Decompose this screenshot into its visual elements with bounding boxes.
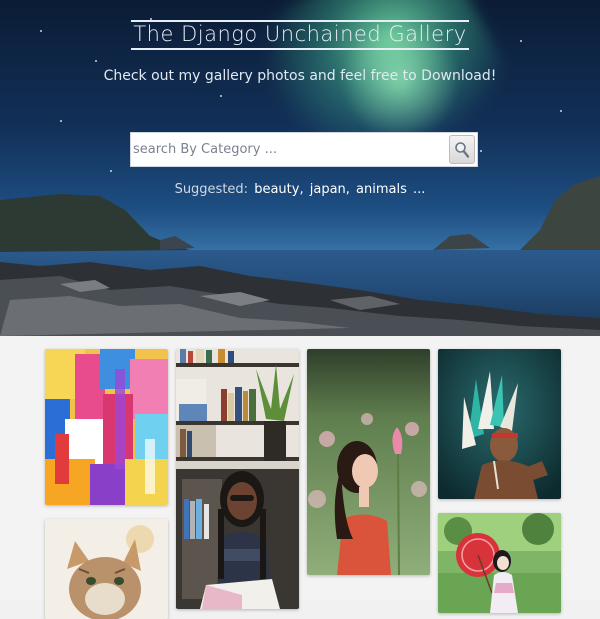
- cat-image: [45, 519, 168, 619]
- lotus-woman-image: [307, 349, 430, 575]
- search-input[interactable]: [131, 133, 453, 166]
- umbrella-girl-image: [438, 513, 561, 613]
- hero-banner: The Django Unchained Gallery Check out m…: [0, 0, 600, 336]
- search-button[interactable]: [449, 135, 475, 164]
- tag-link-beauty[interactable]: beauty,: [254, 182, 303, 197]
- photo-tile-umbrella-girl[interactable]: [438, 513, 561, 613]
- page-title-text: The Django Unchained Gallery: [131, 20, 469, 50]
- reading-woman-image: [176, 349, 299, 609]
- abstract-art-image: [45, 349, 168, 505]
- tag-link-japan[interactable]: japan,: [310, 182, 350, 197]
- photo-tile-woman-lotus[interactable]: [307, 349, 430, 575]
- search-bar: [130, 132, 478, 167]
- headdress-man-image: [438, 349, 561, 499]
- photo-tile-headdress-man[interactable]: [438, 349, 561, 499]
- photo-tile-cat[interactable]: [45, 519, 168, 619]
- suggested-label: Suggested:: [174, 182, 249, 197]
- photo-tile-abstract-painting[interactable]: [45, 349, 168, 505]
- tag-link-more[interactable]: ...: [413, 182, 425, 197]
- suggested-tags: Suggested: beauty, japan, animals ...: [0, 182, 600, 197]
- page-subtitle: Check out my gallery photos and feel fre…: [103, 68, 497, 84]
- landscape-silhouette: [0, 176, 600, 336]
- page-title: The Django Unchained Gallery: [0, 20, 600, 50]
- photo-gallery: [0, 336, 600, 619]
- photo-tile-woman-reading[interactable]: [176, 349, 299, 609]
- tag-link-animals[interactable]: animals: [356, 182, 407, 197]
- search-icon: [455, 141, 470, 158]
